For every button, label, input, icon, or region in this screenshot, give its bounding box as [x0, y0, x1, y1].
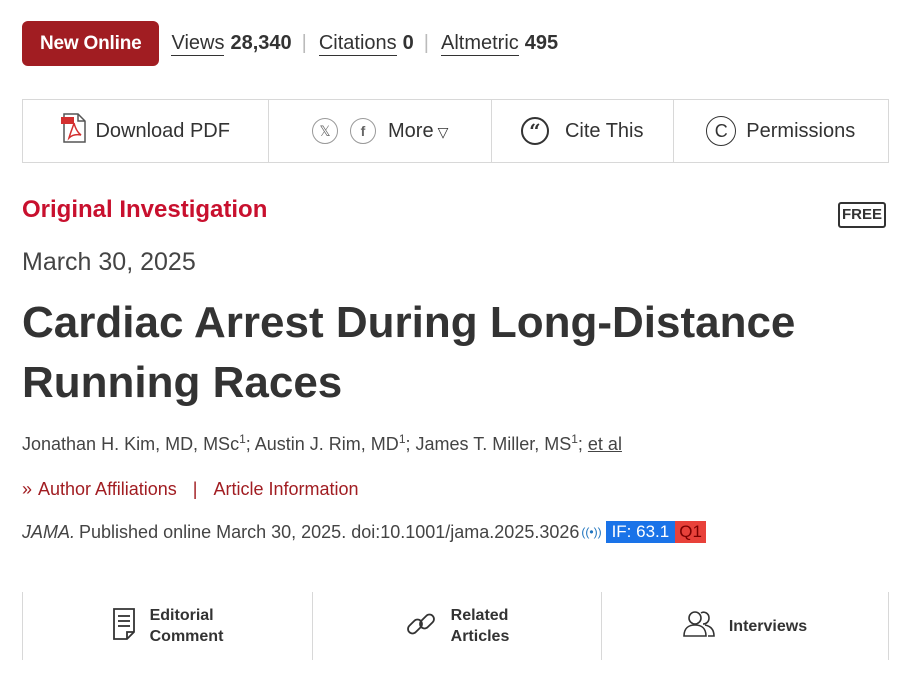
- views-value: 28,340: [230, 32, 292, 54]
- altmetric-metric[interactable]: Altmetric 495: [440, 21, 559, 66]
- author-affiliation-number: 1: [398, 432, 406, 446]
- share-more-group: 𝕏 f More ▽: [269, 100, 492, 162]
- copyright-icon: C: [706, 116, 737, 146]
- more-label: More: [388, 119, 434, 142]
- x-twitter-icon[interactable]: 𝕏: [312, 118, 338, 144]
- citations-label[interactable]: Citations: [318, 32, 397, 56]
- metric-separator: |: [301, 32, 307, 54]
- download-pdf-button[interactable]: Download PDF: [23, 100, 270, 162]
- people-icon: [683, 610, 715, 643]
- more-button[interactable]: More ▽: [388, 120, 448, 143]
- download-pdf-label: Download PDF: [95, 119, 230, 142]
- article-toolbar: Download PDF 𝕏 f More ▽ “ Cite This C Per…: [22, 99, 889, 163]
- altmetric-label[interactable]: Altmetric: [440, 32, 519, 56]
- related-articles-label: Related Articles: [451, 605, 510, 647]
- views-metric[interactable]: Views 28,340: [171, 21, 292, 66]
- citation-text: Published online March 30, 2025. doi:10.…: [79, 521, 580, 542]
- free-badge: FREE: [838, 202, 887, 228]
- author-affiliation-number: 1: [239, 432, 246, 446]
- interviews-label: Interviews: [728, 617, 808, 635]
- editorial-comment-button[interactable]: Editorial Comment: [22, 592, 312, 660]
- facebook-icon[interactable]: f: [350, 118, 376, 144]
- author-name[interactable]: Jonathan H. Kim, MD, MSc: [22, 434, 239, 454]
- related-label-line1: Related: [450, 607, 509, 624]
- author-list: Jonathan H. Kim, MD, MSc1; Austin J. Rim…: [22, 432, 622, 454]
- author-affiliation-number: 1: [571, 432, 578, 446]
- editorial-label-line1: Editorial: [149, 607, 214, 624]
- link-divider: |: [192, 479, 198, 499]
- citations-value: 0: [402, 32, 414, 54]
- impact-factor-badge: IF: 63.1: [605, 521, 676, 543]
- editorial-comment-label: Editorial Comment: [150, 605, 224, 647]
- author-name[interactable]: James T. Miller, MS: [416, 434, 572, 454]
- double-chevron-icon: »: [22, 479, 33, 499]
- citations-metric[interactable]: Citations 0: [318, 21, 414, 66]
- related-articles-button[interactable]: Related Articles: [312, 592, 601, 660]
- quote-icon: “: [520, 117, 549, 145]
- editorial-label-line2: Comment: [149, 628, 224, 645]
- metric-separator: |: [423, 32, 429, 54]
- interviews-button[interactable]: Interviews: [601, 592, 889, 660]
- article-information-link[interactable]: Article Information: [213, 479, 358, 500]
- pdf-file-icon: [61, 113, 87, 149]
- citation-line: JAMA. Published online March 30, 2025. d…: [22, 521, 706, 543]
- author-name[interactable]: Austin J. Rim, MD: [255, 434, 399, 454]
- related-label-line2: Articles: [450, 628, 510, 645]
- cite-this-button[interactable]: “ Cite This: [492, 100, 674, 162]
- article-title: Cardiac Arrest During Long-Distance Runn…: [22, 298, 796, 407]
- article-metrics: New Online Views 28,340 | Citations 0 | …: [22, 21, 558, 66]
- document-icon: [112, 607, 136, 645]
- views-label[interactable]: Views: [171, 32, 225, 56]
- cite-this-label: Cite This: [564, 119, 644, 142]
- new-online-badge: New Online: [22, 21, 160, 66]
- dropdown-triangle-icon: ▽: [437, 123, 449, 140]
- quartile-badge: Q1: [675, 521, 706, 543]
- altmetric-value: 495: [524, 32, 559, 54]
- author-affiliations-link[interactable]: Author Affiliations: [38, 479, 177, 500]
- related-content-bar: Editorial Comment Related Articles Inter…: [22, 592, 889, 660]
- link-chain-icon: [405, 608, 437, 645]
- publication-date: March 30, 2025: [22, 248, 196, 276]
- permissions-button[interactable]: C Permissions: [674, 100, 889, 162]
- broadcast-icon[interactable]: ((•)): [581, 525, 601, 539]
- permissions-label: Permissions: [746, 119, 856, 142]
- article-category: Original Investigation: [22, 196, 268, 223]
- journal-name: JAMA.: [22, 521, 76, 542]
- article-info-links: » Author Affiliations | Article Informat…: [22, 479, 359, 500]
- et-al-link[interactable]: et al: [588, 434, 622, 454]
